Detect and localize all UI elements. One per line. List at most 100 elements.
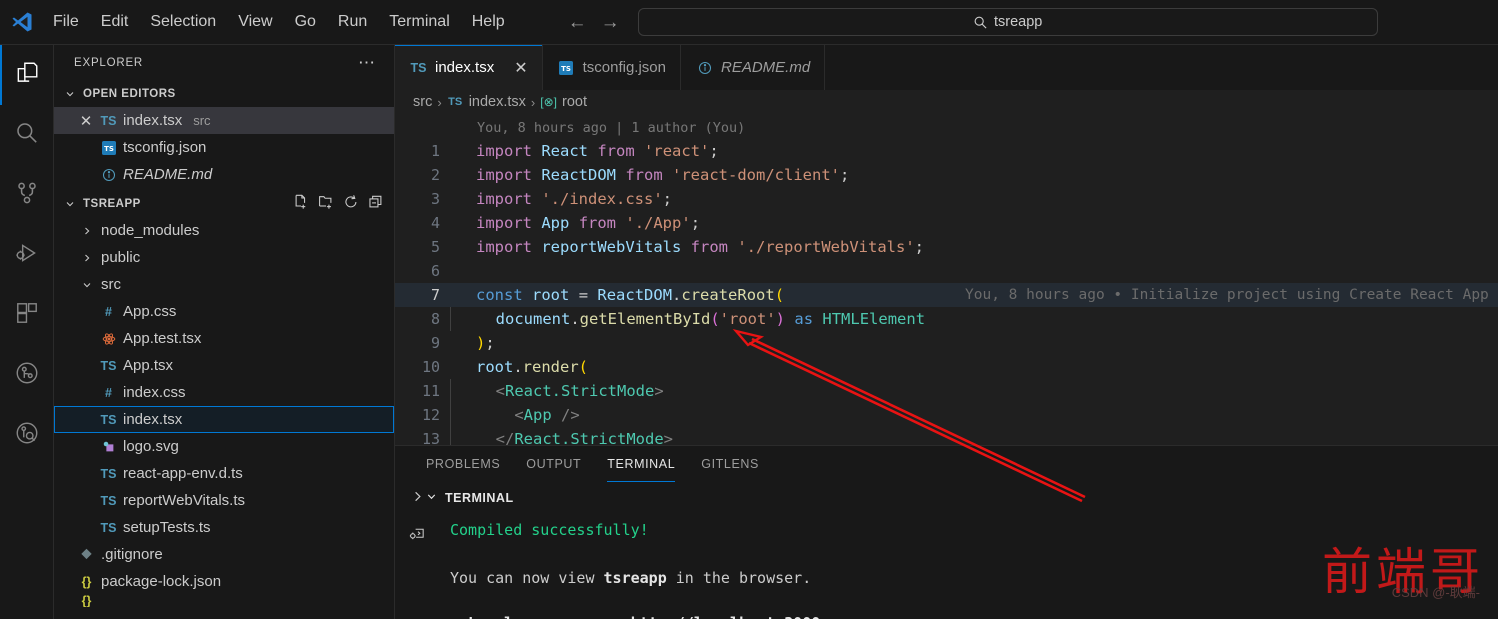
tab-terminal[interactable]: TERMINAL	[594, 446, 688, 482]
tree-item-label: App.test.tsx	[123, 330, 202, 347]
ellipsis-icon[interactable]: ⋯	[358, 54, 376, 71]
breadcrumb-item-index-tsx[interactable]: index.tsx	[469, 94, 526, 110]
tree-item-public[interactable]: public	[54, 244, 394, 271]
tab-index-tsx[interactable]: TS index.tsx ✕	[395, 45, 543, 90]
activitybar-extensions[interactable]	[0, 285, 54, 345]
tree-item-node-modules[interactable]: node_modules	[54, 217, 394, 244]
chevron-right-icon: ›	[530, 94, 536, 110]
css-icon: #	[105, 385, 112, 400]
menu-go[interactable]: Go	[284, 8, 327, 36]
tree-item-react-app-env-d-ts[interactable]: TS react-app-env.d.ts	[54, 460, 394, 487]
open-editor-label: tsconfig.json	[123, 139, 207, 156]
tab-output[interactable]: OUTPUT	[513, 446, 594, 482]
line-content: import reportWebVitals from './reportWeb…	[476, 238, 924, 256]
tree-item-setuptests-ts[interactable]: TS setupTests.ts	[54, 514, 394, 541]
activity-bar	[0, 45, 54, 619]
menu-view[interactable]: View	[227, 8, 283, 36]
open-editor-index-tsx[interactable]: ✕ TS index.tsx src	[54, 107, 394, 134]
open-editor-tsconfig-json[interactable]: TS tsconfig.json	[54, 134, 394, 161]
terminal-view-suffix: in the browser.	[666, 569, 812, 587]
activitybar-source-control[interactable]	[0, 165, 54, 225]
section-project-tsreapp[interactable]: TSREAPP	[54, 190, 394, 217]
info-icon	[696, 61, 713, 75]
chevron-right-icon	[78, 225, 95, 237]
chevron-right-icon	[78, 252, 95, 264]
ts-icon: TS	[100, 466, 117, 481]
menu-terminal[interactable]: Terminal	[378, 8, 460, 36]
tree-item-app-css[interactable]: # App.css	[54, 298, 394, 325]
search-input[interactable]: tsreapp	[637, 8, 1378, 36]
activitybar-gitlens-inspect[interactable]	[0, 405, 54, 465]
tree-item-app-tsx[interactable]: TS App.tsx	[54, 352, 394, 379]
vscode-window: File Edit Selection View Go Run Terminal…	[0, 0, 1498, 619]
terminal-line-blank-2	[450, 590, 1498, 614]
tree-item-gitignore[interactable]: .gitignore	[54, 541, 394, 568]
line-number: 9	[430, 334, 440, 352]
line-content: import React from 'react';	[476, 142, 719, 160]
line-content: document.getElementById('root') as HTMLE…	[450, 307, 925, 331]
tree-item-app-test-tsx[interactable]: App.test.tsx	[54, 325, 394, 352]
breadcrumb-item-src[interactable]: src	[413, 94, 432, 110]
tree-item-logo-svg[interactable]: logo.svg	[54, 433, 394, 460]
terminal-output[interactable]: Compiled successfully! You can now view …	[425, 518, 1498, 619]
line-number: 6	[430, 262, 440, 280]
collapse-all-icon[interactable]	[368, 194, 384, 213]
code-line-9: 9 );	[395, 331, 1498, 355]
inline-blame: You, 8 hours ago • Initialize project us…	[965, 287, 1489, 303]
close-icon[interactable]: ✕	[514, 58, 527, 78]
git-icon	[78, 548, 95, 561]
line-content: <App />	[450, 403, 580, 427]
tree-item-reportwebvitals-ts[interactable]: TS reportWebVitals.ts	[54, 487, 394, 514]
tree-item-label: reportWebVitals.ts	[123, 492, 245, 509]
terminal-section-header[interactable]: TERMINAL	[425, 490, 514, 506]
arrow-right-icon[interactable]: →	[601, 13, 620, 32]
code-editor[interactable]: You, 8 hours ago | 1 author (You) 1 impo…	[395, 114, 1498, 451]
navigation-arrows: ← →	[568, 13, 620, 32]
menu-help[interactable]: Help	[461, 8, 516, 36]
tree-item-package-lock-json[interactable]: {} package-lock.json	[54, 568, 394, 595]
terminal-settings-icon[interactable]	[409, 525, 426, 547]
svg-icon	[100, 440, 117, 454]
tree-item-label: package-lock.json	[101, 573, 222, 590]
activitybar-gitlens[interactable]	[0, 345, 54, 405]
line-number: 2	[430, 166, 440, 184]
menu-file[interactable]: File	[42, 8, 90, 36]
refresh-icon[interactable]	[343, 194, 359, 213]
new-file-icon[interactable]	[293, 194, 309, 213]
close-icon[interactable]: ✕	[78, 112, 94, 130]
breadcrumb-item-root[interactable]: root	[562, 94, 587, 110]
activitybar-explorer[interactable]	[0, 45, 54, 105]
line-content: <React.StrictMode>	[450, 379, 664, 403]
tsconfig-icon: TS	[100, 140, 117, 155]
svg-text:TS: TS	[104, 145, 114, 153]
css-icon: #	[105, 304, 112, 319]
chevron-right-icon[interactable]	[410, 489, 425, 509]
tree-item-label: react-app-env.d.ts	[123, 465, 243, 482]
tsconfig-icon: TS	[558, 60, 575, 75]
editor-tabs: TS index.tsx ✕ TS tsconfig.json README.m…	[395, 45, 1498, 90]
tree-item-src[interactable]: src	[54, 271, 394, 298]
open-editor-readme-md[interactable]: README.md	[54, 161, 394, 188]
section-open-editors[interactable]: OPEN EDITORS	[54, 80, 394, 107]
line-number: 10	[421, 358, 440, 376]
menu-run[interactable]: Run	[327, 8, 378, 36]
tree-item-index-tsx[interactable]: TS index.tsx	[54, 406, 394, 433]
tree-item-partial[interactable]: {}	[54, 595, 394, 607]
menu-edit[interactable]: Edit	[90, 8, 140, 36]
new-folder-icon[interactable]	[318, 194, 334, 213]
chevron-right-icon: ›	[437, 94, 442, 110]
code-line-10: 10 root.render(	[395, 355, 1498, 379]
tab-tsconfig-json[interactable]: TS tsconfig.json	[542, 45, 681, 90]
line-content	[450, 259, 476, 283]
activitybar-search[interactable]	[0, 105, 54, 165]
code-line-8: 8 document.getElementById('root') as HTM…	[395, 307, 1498, 331]
arrow-left-icon[interactable]: ←	[568, 13, 587, 32]
tab-problems[interactable]: PROBLEMS	[413, 446, 513, 482]
tree-item-index-css[interactable]: # index.css	[54, 379, 394, 406]
tab-readme-md[interactable]: README.md	[681, 45, 826, 90]
ts-icon: TS	[448, 96, 463, 108]
activitybar-run-and-debug[interactable]	[0, 225, 54, 285]
tab-gitlens[interactable]: GITLENS	[688, 446, 772, 482]
menu-selection[interactable]: Selection	[139, 8, 227, 36]
terminal-local-label: Local:	[450, 614, 522, 619]
